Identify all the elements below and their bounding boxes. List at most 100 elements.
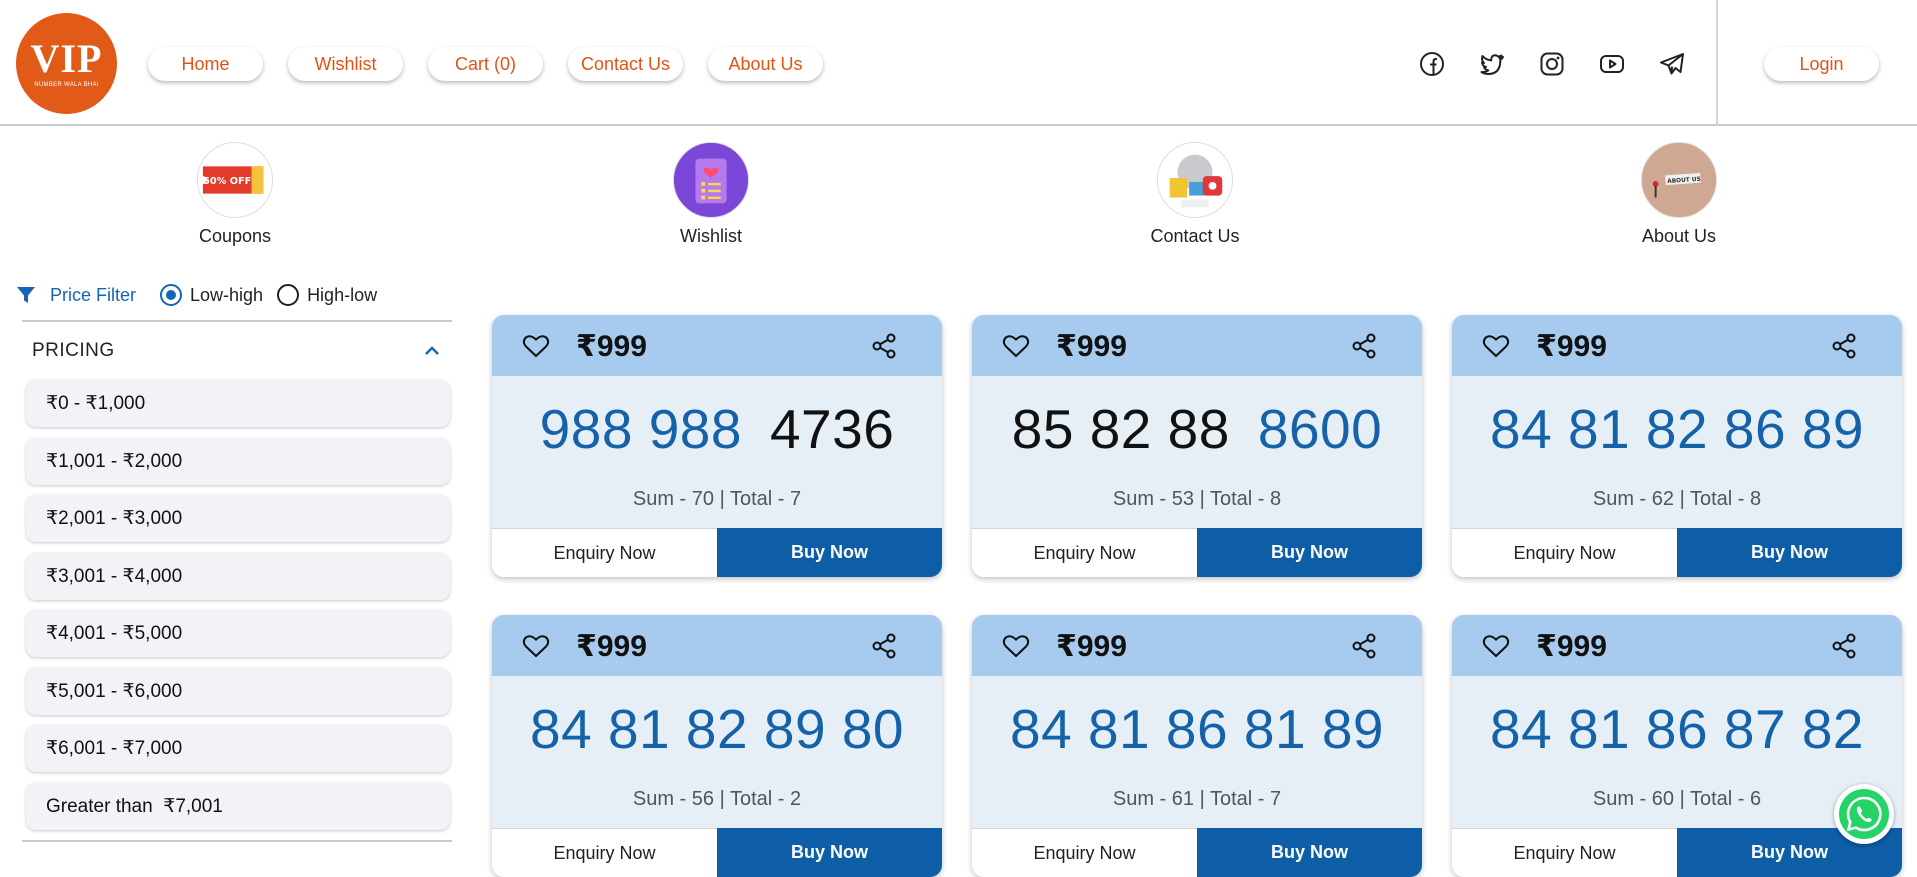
phone-number[interactable]: 84 81 86 87 82 [1452, 697, 1902, 761]
share-icon[interactable] [1350, 632, 1378, 660]
sum-total: Sum - 61 | Total - 7 [1112, 788, 1282, 810]
card-header: ₹999 [492, 315, 942, 376]
number-part-plain: 85 82 88 [1011, 398, 1230, 460]
share-icon[interactable] [870, 632, 898, 660]
radio-low-high[interactable] [160, 284, 183, 306]
number-card: ₹999 988 988 4736 Sum - 70 | Total - 7 En… [492, 315, 942, 577]
sum-total: Sum - 62 | Total - 8 [1592, 488, 1762, 510]
price-range-option[interactable]: ₹3,001 - ₹4,000 [26, 552, 450, 600]
nav-home-button[interactable]: Home [148, 47, 263, 81]
coupon-icon: 50% OFF [197, 142, 273, 218]
nav-about-button[interactable]: About Us [708, 47, 823, 81]
share-icon[interactable] [1350, 332, 1378, 360]
category-label: Contact Us [1150, 226, 1240, 246]
number-card: ₹999 85 82 88 8600 Sum - 53 | Total - 8 E… [972, 315, 1422, 577]
enquiry-now-button[interactable]: Enquiry Now [492, 528, 717, 577]
filter-icon[interactable] [16, 285, 36, 305]
price-range-option[interactable]: ₹2,001 - ₹3,000 [26, 495, 450, 542]
heart-icon[interactable] [1002, 333, 1030, 359]
logo-subtext: NUMBER WALA BHAI [34, 82, 99, 88]
card-header: ₹999 [972, 615, 1422, 676]
number-card: ₹999 84 81 82 86 89 Sum - 62 | Total - 8… [1452, 315, 1902, 577]
nav-contact-button[interactable]: Contact Us [568, 47, 683, 81]
site-logo[interactable]: VIP NUMBER WALA BHAI [16, 13, 117, 114]
coupon-badge-text: 50% OFF [203, 176, 251, 187]
card-actions: Enquiry Now Buy Now [972, 528, 1422, 577]
price-range-option[interactable]: ₹5,001 - ₹6,000 [26, 667, 450, 715]
sidebar-divider [22, 840, 452, 842]
category-label: About Us [1641, 226, 1717, 246]
buy-now-button[interactable]: Buy Now [717, 528, 942, 577]
nav-wishlist-button[interactable]: Wishlist [288, 47, 403, 81]
login-button[interactable]: Login [1764, 47, 1879, 81]
card-price: ₹999 [1056, 630, 1127, 663]
youtube-icon[interactable] [1598, 50, 1626, 78]
wishlist-icon [673, 142, 749, 218]
card-price: ₹999 [576, 630, 647, 663]
whatsapp-icon [1839, 789, 1889, 839]
share-icon[interactable] [1830, 332, 1858, 360]
category-label: Wishlist [680, 226, 742, 246]
enquiry-now-button[interactable]: Enquiry Now [1452, 528, 1677, 577]
radio-high-low[interactable] [277, 284, 300, 306]
price-range-option[interactable]: ₹0 - ₹1,000 [26, 380, 450, 427]
whatsapp-button[interactable] [1834, 784, 1894, 844]
card-header: ₹999 [972, 315, 1422, 376]
phone-number[interactable]: 84 81 86 81 89 [972, 697, 1422, 761]
category-label: Coupons [198, 226, 272, 246]
buy-now-button[interactable]: Buy Now [1677, 528, 1902, 577]
card-price: ₹999 [1536, 630, 1607, 663]
card-price: ₹999 [576, 330, 647, 363]
radio-high-low-label: High-low [307, 284, 378, 305]
number-part-plain: 4736 [769, 398, 895, 460]
price-filter-label[interactable]: Price Filter [50, 285, 136, 306]
number-card: ₹999 84 81 82 89 80 Sum - 56 | Total - 2… [492, 615, 942, 877]
card-actions: Enquiry Now Buy Now [492, 528, 942, 577]
category-wishlist[interactable]: Wishlist [611, 142, 811, 247]
sum-total: Sum - 56 | Total - 2 [632, 788, 802, 810]
card-price: ₹999 [1056, 330, 1127, 363]
number-card: ₹999 84 81 86 81 89 Sum - 61 | Total - 7… [972, 615, 1422, 877]
heart-icon[interactable] [1482, 333, 1510, 359]
sum-total: Sum - 70 | Total - 7 [632, 488, 802, 510]
facebook-icon[interactable] [1418, 50, 1446, 78]
price-filter-bar: Price Filter Low-high High-low [16, 283, 391, 307]
heart-icon[interactable] [522, 333, 550, 359]
category-contact[interactable]: Contact Us [1095, 142, 1295, 247]
card-header: ₹999 [1452, 615, 1902, 676]
card-header: ₹999 [492, 615, 942, 676]
phone-number[interactable]: 84 81 82 86 89 [1452, 397, 1902, 461]
phone-number[interactable]: 988 988 4736 [492, 397, 942, 461]
share-icon[interactable] [1830, 632, 1858, 660]
phone-number[interactable]: 85 82 88 8600 [972, 397, 1422, 461]
category-coupons[interactable]: 50% OFF Coupons [135, 142, 335, 247]
share-icon[interactable] [870, 332, 898, 360]
heart-icon[interactable] [1482, 633, 1510, 659]
enquiry-now-button[interactable]: Enquiry Now [972, 528, 1197, 577]
buy-now-button[interactable]: Buy Now [1197, 528, 1422, 577]
pricing-sidebar: PRICING ₹0 - ₹1,000 ₹1,001 - ₹2,000 ₹2,0… [22, 320, 452, 840]
card-actions: Enquiry Now Buy Now [1452, 528, 1902, 577]
twitter-icon[interactable] [1478, 50, 1506, 78]
price-range-option[interactable]: Greater than ₹7,001 [26, 782, 450, 830]
card-header: ₹999 [1452, 315, 1902, 376]
heart-icon[interactable] [522, 633, 550, 659]
about-icon: ABOUT US [1641, 142, 1717, 218]
phone-number[interactable]: 84 81 82 89 80 [492, 697, 942, 761]
category-about[interactable]: ABOUT US About Us [1579, 142, 1779, 247]
price-range-option[interactable]: ₹1,001 - ₹2,000 [26, 437, 450, 485]
pricing-accordion-header[interactable]: PRICING [22, 322, 452, 380]
heart-icon[interactable] [1002, 633, 1030, 659]
chevron-up-icon[interactable] [422, 341, 442, 361]
number-part-highlight: 8600 [1257, 398, 1383, 460]
sum-total: Sum - 53 | Total - 8 [1112, 488, 1282, 510]
nav-cart-button[interactable]: Cart (0) [428, 47, 543, 81]
price-range-option[interactable]: ₹6,001 - ₹7,000 [26, 725, 450, 772]
logo-text: VIP [30, 36, 103, 81]
instagram-icon[interactable] [1538, 50, 1566, 78]
header-divider [1716, 0, 1718, 126]
number-card: ₹999 84 81 86 87 82 Sum - 60 | Total - 6… [1452, 615, 1902, 877]
telegram-icon[interactable] [1658, 50, 1686, 78]
card-price: ₹999 [1536, 330, 1607, 363]
price-range-option[interactable]: ₹4,001 - ₹5,000 [26, 610, 450, 657]
